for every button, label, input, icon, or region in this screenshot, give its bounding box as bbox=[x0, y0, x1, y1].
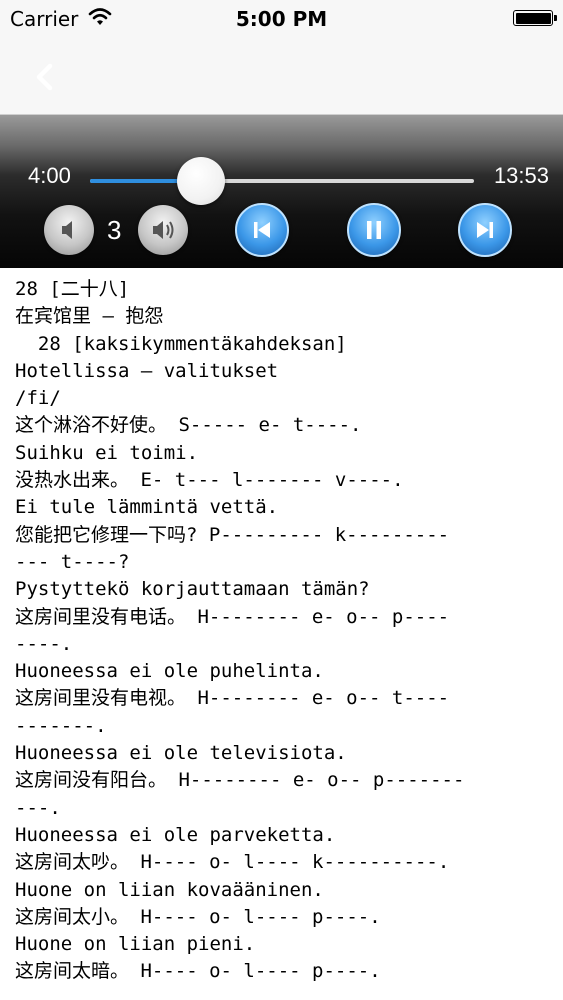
lesson-line: Huone on liian kovaääninen. bbox=[15, 878, 324, 901]
skip-next-icon bbox=[477, 222, 493, 238]
lesson-text-view[interactable]: 28 [二十八] 在宾馆里 — 抱怨 28 [kaksikymmentäkahde… bbox=[0, 268, 563, 1000]
lesson-line: Pystyttekö korjauttamaan tämän? bbox=[15, 578, 370, 601]
lesson-line: 这房间太小。 H---- o- l---- p----. bbox=[15, 905, 381, 928]
lesson-line: Huoneessa ei ole puhelinta. bbox=[15, 660, 324, 683]
previous-track-button[interactable] bbox=[235, 203, 289, 257]
lesson-line: Huoneessa ei ole parveketta. bbox=[15, 823, 336, 846]
lesson-line: 您能把它修理一下吗? P--------- k--------- bbox=[15, 523, 450, 546]
navigation-bar bbox=[0, 38, 563, 115]
lesson-line: 这房间太暗。 H---- o- l---- p----. bbox=[15, 960, 381, 983]
total-time: 13:53 bbox=[493, 163, 549, 188]
speaker-high-icon bbox=[153, 221, 174, 239]
status-bar: Carrier 5:00 PM bbox=[0, 0, 563, 38]
lesson-line: Huoneessa ei ole televisiota. bbox=[15, 742, 347, 765]
lesson-line: /fi/ bbox=[15, 387, 61, 410]
back-button[interactable] bbox=[26, 58, 66, 98]
pause-icon bbox=[367, 221, 381, 239]
skip-previous-icon bbox=[254, 222, 270, 238]
speaker-low-icon bbox=[62, 221, 72, 239]
lesson-line: Suihku ei toimi. bbox=[15, 441, 199, 464]
lesson-line: ----. bbox=[15, 632, 73, 655]
volume-level: 3 bbox=[107, 215, 122, 245]
lesson-line: 这房间太吵。 H---- o- l---- k----------. bbox=[15, 851, 450, 874]
chevron-left-icon bbox=[36, 63, 53, 91]
audio-player: 4:00 13:53 3 bbox=[0, 115, 563, 268]
lesson-line: -------. bbox=[15, 714, 107, 737]
lesson-line: Huone on liian pieni. bbox=[15, 933, 256, 956]
lesson-line: 这房间里没有电视。 H-------- e- o-- t---- bbox=[15, 687, 450, 710]
volume-up-button[interactable] bbox=[138, 205, 188, 255]
battery-icon bbox=[513, 10, 557, 26]
clock: 5:00 PM bbox=[235, 7, 328, 31]
slider-thumb[interactable] bbox=[176, 157, 225, 205]
lesson-line: 这房间里没有电话。 H-------- e- o-- p---- bbox=[15, 605, 450, 628]
lesson-line: Hotellissa — valitukset bbox=[15, 359, 279, 382]
lesson-line: 这个淋浴不好使。 S----- e- t----. bbox=[15, 414, 362, 437]
lesson-line: ---. bbox=[15, 796, 61, 819]
volume-down-button[interactable] bbox=[44, 205, 94, 255]
elapsed-time: 4:00 bbox=[28, 163, 71, 188]
lesson-line: Ei tule lämmintä vettä. bbox=[15, 496, 279, 519]
lesson-line: 没热水出来。 E- t--- l------- v----. bbox=[15, 469, 404, 492]
lesson-line: 这房间没有阳台。 H-------- e- o-- p------- bbox=[15, 769, 465, 792]
lesson-line: 28 [二十八] bbox=[15, 278, 130, 300]
lesson-line: --- t----? bbox=[15, 550, 130, 573]
pause-button[interactable] bbox=[347, 203, 401, 257]
next-track-button[interactable] bbox=[458, 203, 512, 257]
lesson-lines: 28 [二十八] 在宾馆里 — 抱怨 28 [kaksikymmentäkahde… bbox=[0, 268, 563, 986]
progress-slider[interactable] bbox=[90, 157, 474, 205]
lesson-line: 在宾馆里 — 抱怨 bbox=[15, 305, 164, 328]
lesson-line: 28 [kaksikymmentäkahdeksan] bbox=[15, 332, 347, 355]
